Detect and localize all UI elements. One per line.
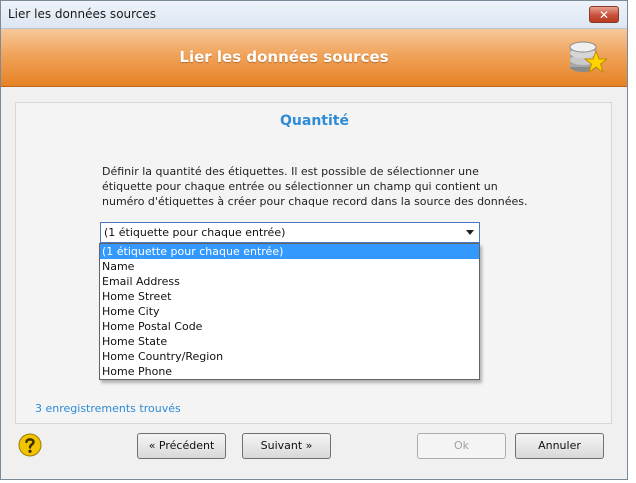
- dropdown-option[interactable]: (1 étiquette pour chaque entrée): [100, 244, 479, 259]
- quantity-dropdown-list: (1 étiquette pour chaque entrée) Name Em…: [99, 243, 480, 380]
- help-icon[interactable]: [18, 433, 42, 457]
- previous-button[interactable]: « Précédent: [137, 433, 226, 459]
- dropdown-option[interactable]: Home Phone: [100, 364, 479, 379]
- cancel-button[interactable]: Annuler: [515, 433, 604, 459]
- dropdown-option[interactable]: Home Street: [100, 289, 479, 304]
- title-bar: Lier les données sources ✕: [1, 1, 627, 29]
- dropdown-option[interactable]: Home Postal Code: [100, 319, 479, 334]
- header-banner: Lier les données sources: [1, 29, 627, 87]
- window-title: Lier les données sources: [8, 7, 157, 21]
- dropdown-option[interactable]: Home Country/Region: [100, 349, 479, 364]
- dropdown-option[interactable]: Email Address: [100, 274, 479, 289]
- chevron-down-icon[interactable]: [466, 230, 474, 235]
- description-text: Définir la quantité des étiquettes. Il e…: [102, 165, 528, 208]
- records-found-label: 3 enregistrements trouvés: [35, 402, 181, 415]
- dialog-window: Lier les données sources ✕ Lier les donn…: [0, 0, 628, 480]
- dropdown-option[interactable]: Name: [100, 259, 479, 274]
- close-button[interactable]: ✕: [589, 6, 619, 23]
- banner-title: Lier les données sources: [179, 48, 389, 66]
- next-button[interactable]: Suivant »: [242, 433, 331, 459]
- quantity-select-value: (1 étiquette pour chaque entrée): [104, 226, 286, 239]
- quantity-select[interactable]: (1 étiquette pour chaque entrée): [100, 222, 480, 243]
- section-title: Quantité: [280, 113, 349, 129]
- database-star-icon: [569, 41, 607, 74]
- dropdown-option[interactable]: Home City: [100, 304, 479, 319]
- dropdown-option[interactable]: Home State: [100, 334, 479, 349]
- ok-button[interactable]: Ok: [417, 433, 506, 459]
